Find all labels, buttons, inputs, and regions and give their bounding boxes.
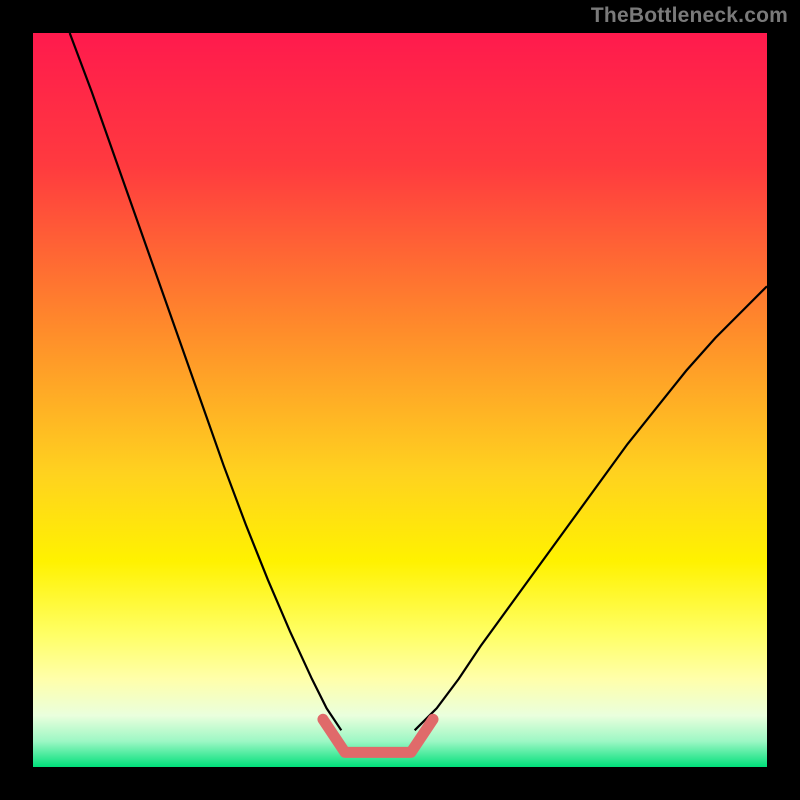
bottleneck-chart: [33, 33, 767, 767]
chart-frame: TheBottleneck.com: [0, 0, 800, 800]
plot-area: [33, 33, 767, 767]
gradient-background: [33, 33, 767, 767]
attribution-text: TheBottleneck.com: [591, 4, 788, 28]
